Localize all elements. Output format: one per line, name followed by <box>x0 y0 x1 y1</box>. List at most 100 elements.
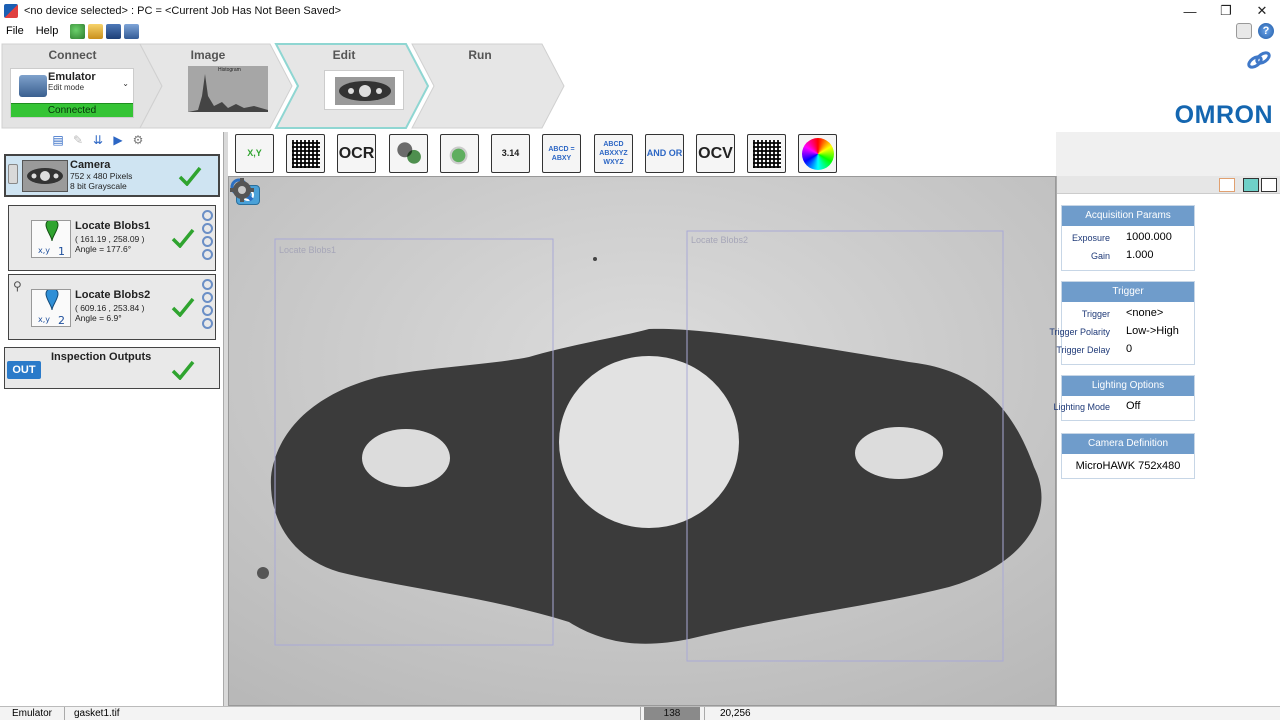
camera-resolution: 752 x 480 Pixels <box>70 171 133 181</box>
link-icon[interactable] <box>202 318 213 329</box>
trigger-header[interactable]: Trigger <box>1062 282 1194 302</box>
link-icon[interactable] <box>202 305 213 316</box>
blob2-link-column <box>202 279 213 329</box>
trigger-box: Trigger Trigger <none> Trigger Polarity … <box>1049 281 1195 365</box>
link-icon[interactable] <box>202 292 213 303</box>
new-job-icon[interactable] <box>70 23 86 39</box>
status-device: Emulator <box>12 708 53 719</box>
chevron-down-icon[interactable]: ⌄ <box>122 79 129 88</box>
gain-value[interactable]: 1.000 <box>1126 249 1154 261</box>
play-icon[interactable]: ▶ <box>110 132 126 148</box>
blob2-index: 2 <box>58 314 65 326</box>
svg-text:x,y: x,y <box>38 315 50 324</box>
open-job-icon[interactable] <box>88 23 104 39</box>
help-icon[interactable]: ? <box>1258 23 1274 39</box>
step-image-label: Image <box>190 48 226 62</box>
link-icon[interactable] <box>202 279 213 290</box>
acquisition-params-box: Acquisition Params Exposure 1000.000 Gai… <box>1061 205 1195 271</box>
document-icon[interactable] <box>1236 23 1252 39</box>
exposure-label: Exposure <box>1071 233 1110 243</box>
step-run-label: Run <box>468 48 492 62</box>
inspection-outputs-card[interactable]: OUT Inspection Outputs <box>4 347 220 389</box>
locate-blobs1-card[interactable]: x,y 1 Locate Blobs1 ( 161.19 , 258.09 ) A… <box>8 205 216 271</box>
roi-label-blobs1: Locate Blobs1 <box>279 245 337 255</box>
ocv-icon: OCV <box>698 145 733 162</box>
emulator-device-icon <box>19 75 47 97</box>
blob1-link-column <box>202 210 213 260</box>
presence-icon <box>445 139 474 168</box>
logic-tool[interactable]: AND OR <box>645 134 684 173</box>
color-tool[interactable] <box>798 134 837 173</box>
ocr-tool[interactable]: OCR <box>337 134 376 173</box>
layers-icon[interactable]: ▤ <box>50 132 66 148</box>
gain-label: Gain <box>1090 251 1110 261</box>
text-verify-tool[interactable]: ABCD ABXXYZ WXYZ <box>594 134 633 173</box>
pin-icon: X,Y <box>247 148 262 158</box>
camera-definition-box: Camera Definition MicroHAWK 752x480 <box>1061 433 1195 479</box>
lighting-options-header[interactable]: Lighting Options <box>1062 376 1194 396</box>
ocv-tool[interactable]: OCV <box>696 134 735 173</box>
camera-model-value[interactable]: MicroHAWK 752x480 <box>1062 454 1194 478</box>
gasket-image <box>229 177 1055 705</box>
svg-text:x,y: x,y <box>38 246 50 255</box>
measure-tool[interactable]: 3.14 <box>491 134 530 173</box>
lock-icon[interactable] <box>8 164 18 184</box>
acquisition-params-header[interactable]: Acquisition Params <box>1062 206 1194 226</box>
blob1-coords: ( 161.19 , 258.09 ) <box>75 234 145 244</box>
app-window: <no device selected> : PC = <Current Job… <box>0 0 1280 720</box>
trigger-delay-value[interactable]: 0 <box>1126 343 1132 355</box>
text-match-tool[interactable]: ABCD = ABXY <box>542 134 581 173</box>
link-icon[interactable] <box>202 249 213 260</box>
link-icon[interactable] <box>202 223 213 234</box>
list-view-icon[interactable] <box>1219 178 1235 192</box>
datamatrix-tool[interactable] <box>286 134 325 173</box>
trigger-polarity-value[interactable]: Low->High <box>1126 325 1179 337</box>
image-view[interactable]: Locate Blobs1 Locate Blobs2 <box>228 176 1056 706</box>
brand-logo: OMRON <box>1174 101 1273 129</box>
edit-pencil-icon[interactable]: ✎ <box>70 132 86 148</box>
check-icon <box>171 228 195 248</box>
locate-blobs2-card[interactable]: ⚲ x,y 2 Locate Blobs2 ( 609.16 , 253.84 )… <box>8 274 216 340</box>
save-as-icon[interactable] <box>124 23 140 39</box>
locate-tool[interactable]: X,Y <box>235 134 274 173</box>
pin-icon: x,y 2 <box>31 287 71 327</box>
menu-help[interactable]: Help <box>30 25 65 37</box>
exposure-value[interactable]: 1000.000 <box>1126 231 1172 243</box>
camera-thumbnail <box>22 160 68 192</box>
maximize-button[interactable]: ❐ <box>1208 0 1244 22</box>
trigger-delay-label: Trigger Delay <box>1056 345 1110 355</box>
link-icon[interactable] <box>202 236 213 247</box>
job-tree-panel: ▤ ✎ ⇊ ▶ ⚙ Camera 752 x 480 Pixels 8 bit … <box>0 132 224 706</box>
gear-icon[interactable]: ⚙ <box>130 132 146 148</box>
histogram-thumbnail: Histogram <box>188 66 268 112</box>
column-view-icon[interactable] <box>1243 178 1259 192</box>
device-selector[interactable]: Emulator Edit mode ⌄ Connected <box>10 68 134 118</box>
edit-thumbnail <box>324 70 404 110</box>
blob2-coords: ( 609.16 , 253.84 ) <box>75 303 145 313</box>
minimize-button[interactable]: — <box>1172 0 1208 22</box>
save-icon[interactable] <box>106 23 122 39</box>
status-file: gasket1.tif <box>74 708 120 719</box>
menu-file[interactable]: File <box>0 25 30 37</box>
blob-count-tool[interactable] <box>389 134 428 173</box>
row-view-icon[interactable] <box>1261 178 1277 192</box>
gear-icon[interactable] <box>229 177 255 203</box>
presence-tool[interactable] <box>440 134 479 173</box>
device-mode: Edit mode <box>48 83 85 92</box>
check-icon <box>171 297 195 317</box>
expand-down-icon[interactable]: ⇊ <box>90 132 106 148</box>
camera-tool-card[interactable]: Camera 752 x 480 Pixels 8 bit Grayscale <box>4 154 220 197</box>
link-icon[interactable] <box>1246 50 1272 70</box>
camera-title: Camera <box>70 159 111 171</box>
lighting-mode-value[interactable]: Off <box>1126 400 1140 412</box>
verify-code-tool[interactable] <box>747 134 786 173</box>
close-button[interactable]: ✕ <box>1244 0 1280 22</box>
blob1-angle: Angle = 177.6° <box>75 244 132 254</box>
camera-definition-header[interactable]: Camera Definition <box>1062 434 1194 454</box>
panel-view-toggles <box>1057 176 1280 194</box>
window-title: <no device selected> : PC = <Current Job… <box>24 5 342 17</box>
pin-icon: x,y 1 <box>31 218 71 258</box>
trigger-value[interactable]: <none> <box>1126 307 1163 319</box>
step-run[interactable]: Run <box>410 42 570 130</box>
link-icon[interactable] <box>202 210 213 221</box>
